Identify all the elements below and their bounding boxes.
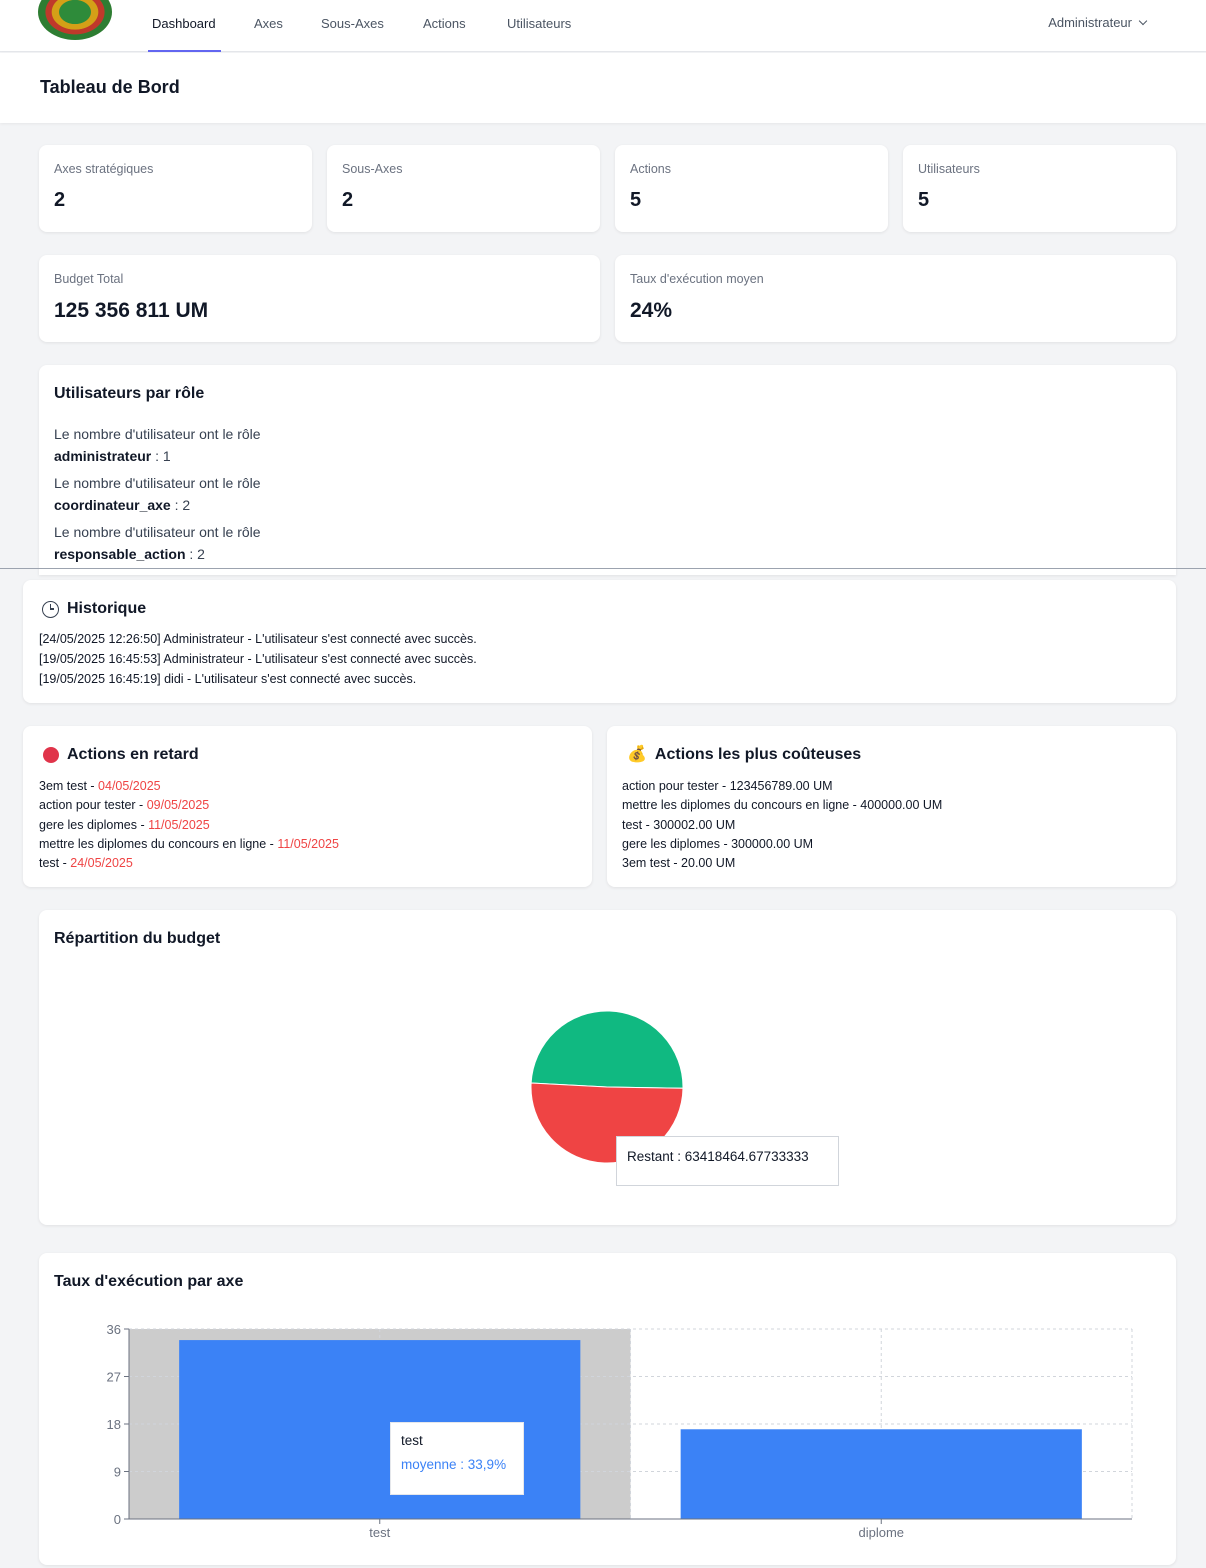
costly-action-item: action pour tester - 123456789.00 UM	[622, 779, 833, 793]
execution-bar-chart[interactable]: 0 9 18 27 36 test diplome	[39, 1253, 1176, 1565]
y-tick-label: 36	[107, 1322, 121, 1337]
bar[interactable]	[680, 1429, 1082, 1519]
page-header: Tableau de Bord	[0, 53, 1206, 123]
bar-tooltip: test moyenne : 33,9%	[390, 1422, 524, 1495]
role-item: coordinateur_axe : 2	[54, 497, 190, 513]
nav-actions[interactable]: Actions	[423, 16, 466, 31]
late-action-date: 11/05/2025	[148, 818, 210, 832]
stat-value: 5	[630, 189, 642, 211]
role-name: administrateur	[54, 448, 152, 464]
stat-card-actions: Actions 5	[615, 145, 888, 232]
stat-card-axes: Axes stratégiques 2	[39, 145, 312, 232]
chevron-down-icon	[1138, 16, 1148, 26]
role-count: : 1	[151, 448, 171, 464]
roles-card: Utilisateurs par rôle Le nombre d'utilis…	[39, 365, 1176, 575]
late-action-name: 3em test -	[39, 779, 99, 793]
history-card: Historique [24/05/2025 12:26:50] Adminis…	[23, 580, 1176, 703]
stat-label: Axes stratégiques	[54, 162, 154, 176]
stat-label: Budget Total	[54, 272, 124, 286]
y-tick-label: 9	[114, 1465, 121, 1480]
role-prefix: Le nombre d'utilisateur ont le rôle	[54, 524, 261, 540]
stat-label: Utilisateurs	[918, 162, 980, 176]
history-entry: [19/05/2025 16:45:53] Administrateur - L…	[39, 652, 477, 666]
late-action-date: 24/05/2025	[70, 856, 133, 870]
costly-actions-card: 💰 Actions les plus coûteuses action pour…	[607, 726, 1176, 887]
nav-axes[interactable]: Axes	[254, 16, 283, 31]
stat-label: Taux d'exécution moyen	[630, 272, 764, 286]
late-action-item: gere les diplomes - 11/05/2025	[39, 818, 210, 832]
role-item: responsable_action : 2	[54, 546, 205, 562]
late-action-item: action pour tester - 09/05/2025	[39, 798, 209, 812]
role-prefix: Le nombre d'utilisateur ont le rôle	[54, 426, 261, 442]
active-tab-indicator	[148, 50, 221, 52]
stat-value: 2	[342, 189, 354, 211]
history-entry: [24/05/2025 12:26:50] Administrateur - L…	[39, 632, 477, 646]
role-count: : 2	[185, 546, 205, 562]
role-prefix: Le nombre d'utilisateur ont le rôle	[54, 475, 261, 491]
late-action-date: 04/05/2025	[98, 779, 161, 793]
costly-action-item: test - 300002.00 UM	[622, 818, 736, 832]
late-actions-title: Actions en retard	[43, 746, 199, 764]
budget-pie-chart[interactable]	[39, 910, 1176, 1225]
user-name: Administrateur	[1048, 15, 1132, 30]
x-tick-label: test	[369, 1525, 390, 1540]
money-bag-icon: 💰	[627, 746, 647, 763]
late-action-name: action pour tester -	[39, 798, 147, 812]
role-count: : 2	[170, 497, 191, 513]
page-title: Tableau de Bord	[40, 77, 180, 97]
user-menu[interactable]: Administrateur	[1048, 15, 1148, 30]
late-action-name: gere les diplomes -	[39, 818, 149, 832]
screenshot-seam	[0, 568, 1206, 569]
costly-action-item: mettre les diplomes du concours en ligne…	[622, 798, 943, 812]
stat-card-utilisateurs: Utilisateurs 5	[903, 145, 1176, 232]
costly-action-item: gere les diplomes - 300000.00 UM	[622, 837, 814, 851]
x-tick-label: diplome	[858, 1525, 904, 1540]
late-action-date: 09/05/2025	[146, 798, 210, 812]
stat-card-taux-execution: Taux d'exécution moyen 24%	[615, 255, 1176, 342]
roles-title: Utilisateurs par rôle	[54, 385, 205, 402]
late-action-item: mettre les diplomes du concours en ligne…	[39, 837, 339, 851]
nav-utilisateurs[interactable]: Utilisateurs	[507, 16, 571, 31]
late-action-name: mettre les diplomes du concours en ligne…	[39, 837, 278, 851]
y-tick-label: 18	[107, 1417, 121, 1432]
logo[interactable]	[38, 0, 112, 40]
budget-pie-card: Répartition du budget Restant : 63418464…	[39, 910, 1176, 1225]
history-title-text: Historique	[67, 600, 147, 617]
nav-sous-axes[interactable]: Sous-Axes	[321, 16, 384, 31]
top-navbar: Dashboard Axes Sous-Axes Actions Utilisa…	[0, 0, 1206, 52]
role-item: administrateur : 1	[54, 448, 171, 464]
nav-dashboard[interactable]: Dashboard	[152, 16, 216, 31]
late-actions-title-text: Actions en retard	[67, 746, 199, 763]
late-action-name: test -	[39, 856, 71, 870]
history-entry: [19/05/2025 16:45:19] didi - L'utilisate…	[39, 672, 417, 686]
bar-tooltip-title: test	[401, 1433, 423, 1448]
role-name: responsable_action	[54, 546, 186, 562]
y-tick-label: 27	[107, 1370, 121, 1385]
late-action-item: test - 24/05/2025	[39, 856, 133, 870]
execution-bar-card: Taux d'exécution par axe 0 9 18 27 36 test dip…	[39, 1253, 1176, 1565]
late-actions-card: Actions en retard 3em test - 04/05/2025 …	[23, 726, 592, 887]
stat-value: 2	[54, 189, 66, 211]
stat-card-budget-total: Budget Total 125 356 811 UM	[39, 255, 600, 342]
role-name: coordinateur_axe	[54, 497, 171, 513]
stat-value: 125 356 811 UM	[54, 299, 209, 322]
y-tick-label: 0	[114, 1512, 121, 1527]
late-action-item: 3em test - 04/05/2025	[39, 779, 161, 793]
late-action-date: 11/05/2025	[277, 837, 339, 851]
pie-tooltip: Restant : 63418464.67733333	[616, 1136, 839, 1186]
bar-tooltip-value: moyenne : 33,9%	[401, 1457, 507, 1472]
stat-card-sous-axes: Sous-Axes 2	[327, 145, 600, 232]
red-circle-icon	[43, 747, 59, 763]
stat-value: 5	[918, 189, 930, 211]
stat-label: Sous-Axes	[342, 162, 403, 176]
costly-action-item: 3em test - 20.00 UM	[622, 856, 736, 870]
stat-value: 24%	[630, 299, 673, 322]
pie-slice[interactable]	[530, 1010, 684, 1089]
history-title: Historique	[42, 600, 146, 618]
costly-actions-title: 💰 Actions les plus coûteuses	[627, 746, 861, 764]
stat-label: Actions	[630, 162, 671, 176]
costly-actions-title-text: Actions les plus coûteuses	[654, 746, 862, 763]
clock-icon	[42, 600, 59, 618]
